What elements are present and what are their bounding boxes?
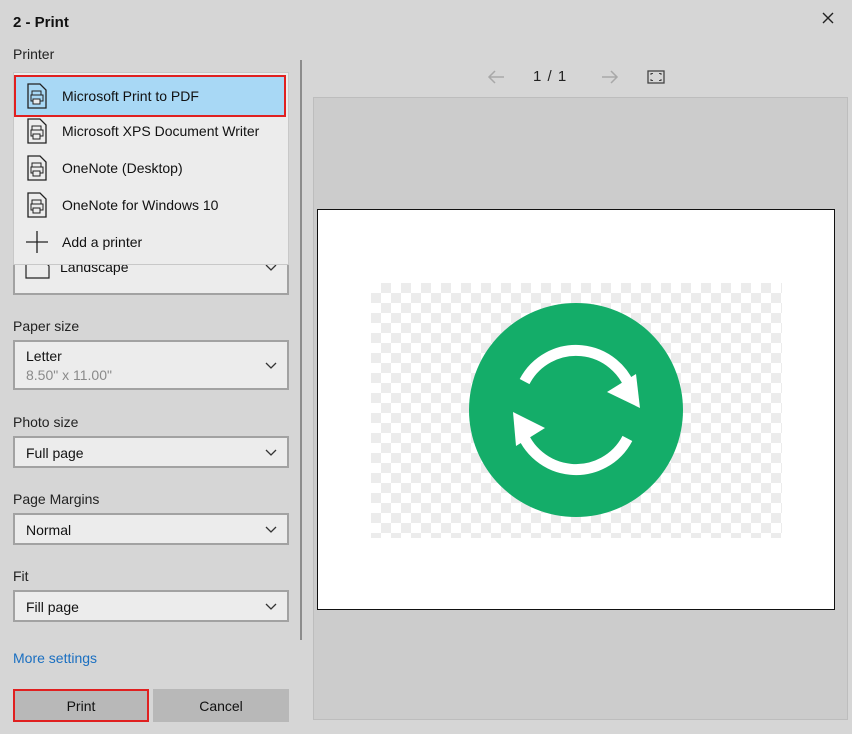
fit-label: Fit [13, 568, 29, 584]
photo-size-label: Photo size [13, 414, 79, 430]
close-button[interactable] [814, 6, 842, 30]
chevron-down-icon [265, 449, 277, 456]
paper-size-detail: 8.50" x 11.00" [26, 367, 112, 383]
photo-size-value: Full page [26, 445, 84, 461]
paper-size-select[interactable]: Letter 8.50" x 11.00" [13, 340, 289, 390]
printer-option-print-to-pdf[interactable]: Microsoft Print to PDF [14, 75, 286, 117]
dialog-title: 2 - Print [13, 14, 69, 31]
printer-option-onenote-desktop[interactable]: OneNote (Desktop) [14, 149, 288, 186]
fit-select[interactable]: Fill page [13, 590, 289, 622]
printer-option-onenote-win10[interactable]: OneNote for Windows 10 [14, 186, 288, 223]
settings-scrollbar[interactable] [300, 60, 302, 640]
chevron-down-icon [265, 264, 277, 271]
printer-label: Printer [13, 46, 55, 62]
chevron-down-icon [265, 362, 277, 369]
printer-icon [27, 118, 47, 144]
printer-dropdown-list: Microsoft Print to PDF Microsoft XPS Doc… [13, 72, 289, 265]
close-icon [822, 12, 834, 24]
printer-option-xps-writer[interactable]: Microsoft XPS Document Writer [14, 112, 288, 149]
add-printer-option[interactable]: Add a printer [14, 223, 288, 260]
paper-size-label: Paper size [13, 318, 80, 334]
printer-icon [27, 155, 47, 181]
chevron-down-icon [265, 526, 277, 533]
printer-option-label: OneNote (Desktop) [62, 159, 183, 176]
print-button[interactable]: Print [13, 689, 149, 722]
page-margins-label: Page Margins [13, 491, 100, 507]
previous-page-icon[interactable] [486, 68, 506, 86]
page-margins-select[interactable]: Normal [13, 513, 289, 545]
page-preview [317, 209, 835, 610]
cancel-button[interactable]: Cancel [153, 689, 289, 722]
page-margins-value: Normal [26, 522, 72, 538]
printer-option-label: OneNote for Windows 10 [62, 196, 219, 213]
more-settings-link[interactable]: More settings [13, 650, 97, 666]
printer-icon [27, 192, 47, 218]
paper-size-value: Letter [26, 348, 62, 364]
sync-icon [469, 303, 683, 517]
next-page-icon[interactable] [600, 68, 620, 86]
plus-icon [26, 231, 48, 253]
fit-to-window-icon[interactable] [647, 69, 665, 85]
chevron-down-icon [265, 603, 277, 610]
fit-value: Fill page [26, 599, 79, 615]
printer-option-label: Microsoft XPS Document Writer [62, 122, 260, 139]
add-printer-label: Add a printer [62, 233, 143, 250]
page-indicator: 1 / 1 [533, 68, 568, 85]
photo-size-select[interactable]: Full page [13, 436, 289, 468]
printer-option-label: Microsoft Print to PDF [62, 88, 199, 104]
printer-icon [27, 83, 47, 109]
